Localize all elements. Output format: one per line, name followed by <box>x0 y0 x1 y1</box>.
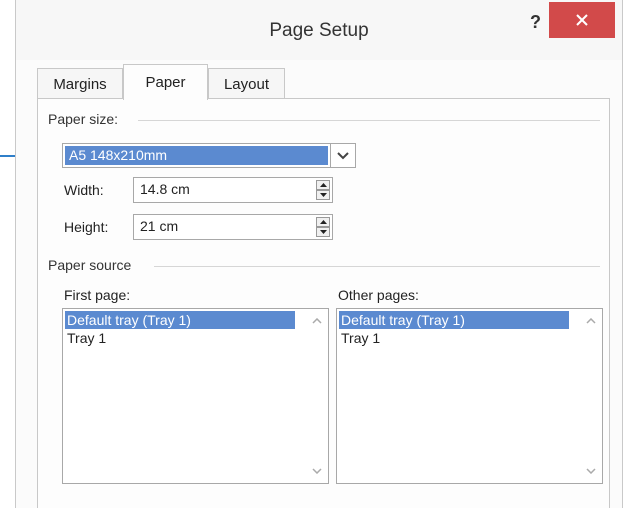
list-item[interactable]: Tray 1 <box>339 329 569 347</box>
list-item[interactable]: Default tray (Tray 1) <box>339 311 569 329</box>
chevron-down-icon <box>312 468 322 474</box>
first-page-listbox[interactable]: Default tray (Tray 1) Tray 1 <box>62 308 329 484</box>
list-item[interactable]: Tray 1 <box>65 329 295 347</box>
other-pages-label: Other pages: <box>338 287 419 303</box>
other-pages-listbox[interactable]: Default tray (Tray 1) Tray 1 <box>336 308 603 484</box>
height-label: Height: <box>64 219 109 235</box>
width-spinner[interactable] <box>133 177 333 203</box>
width-increment-button[interactable] <box>316 180 330 190</box>
width-input[interactable] <box>140 181 290 197</box>
height-input[interactable] <box>140 218 290 234</box>
help-button[interactable]: ? <box>530 12 541 33</box>
triangle-down-icon <box>319 193 327 197</box>
height-decrement-button[interactable] <box>316 227 330 237</box>
close-icon <box>576 14 588 26</box>
width-spin-buttons <box>316 180 330 200</box>
height-spinner[interactable] <box>133 214 333 240</box>
paper-size-divider <box>138 120 600 121</box>
tab-margins[interactable]: Margins <box>37 68 123 99</box>
list-item[interactable]: Default tray (Tray 1) <box>65 311 295 329</box>
paper-size-selected: A5 148x210mm <box>65 146 328 165</box>
triangle-up-icon <box>319 220 327 224</box>
scroll-up-button[interactable] <box>584 315 598 327</box>
paper-size-dropdown-button[interactable] <box>330 144 355 167</box>
tab-paper[interactable]: Paper <box>123 64 208 100</box>
paper-tab-panel: Paper size: A5 148x210mm Width: Heig <box>37 98 610 508</box>
chevron-up-icon <box>312 318 322 324</box>
paper-size-group-label: Paper size: <box>48 111 119 127</box>
first-page-label: First page: <box>64 287 131 303</box>
paper-source-group-label: Paper source <box>48 257 132 273</box>
chevron-up-icon <box>586 318 596 324</box>
page-setup-dialog: Page Setup ? Margins Paper Layout Paper … <box>15 0 623 508</box>
scroll-up-button[interactable] <box>310 315 324 327</box>
paper-source-divider <box>154 266 600 267</box>
width-label: Width: <box>64 182 104 198</box>
chevron-down-icon <box>586 468 596 474</box>
title-bar: Page Setup ? <box>16 0 622 60</box>
scroll-down-button[interactable] <box>584 465 598 477</box>
triangle-up-icon <box>319 183 327 187</box>
height-increment-button[interactable] <box>316 217 330 227</box>
chevron-down-icon <box>337 151 349 159</box>
triangle-down-icon <box>319 230 327 234</box>
paper-size-dropdown[interactable]: A5 148x210mm <box>62 143 356 168</box>
close-button[interactable] <box>549 2 615 38</box>
height-spin-buttons <box>316 217 330 237</box>
width-decrement-button[interactable] <box>316 190 330 200</box>
scroll-down-button[interactable] <box>310 465 324 477</box>
tab-layout[interactable]: Layout <box>208 68 285 99</box>
